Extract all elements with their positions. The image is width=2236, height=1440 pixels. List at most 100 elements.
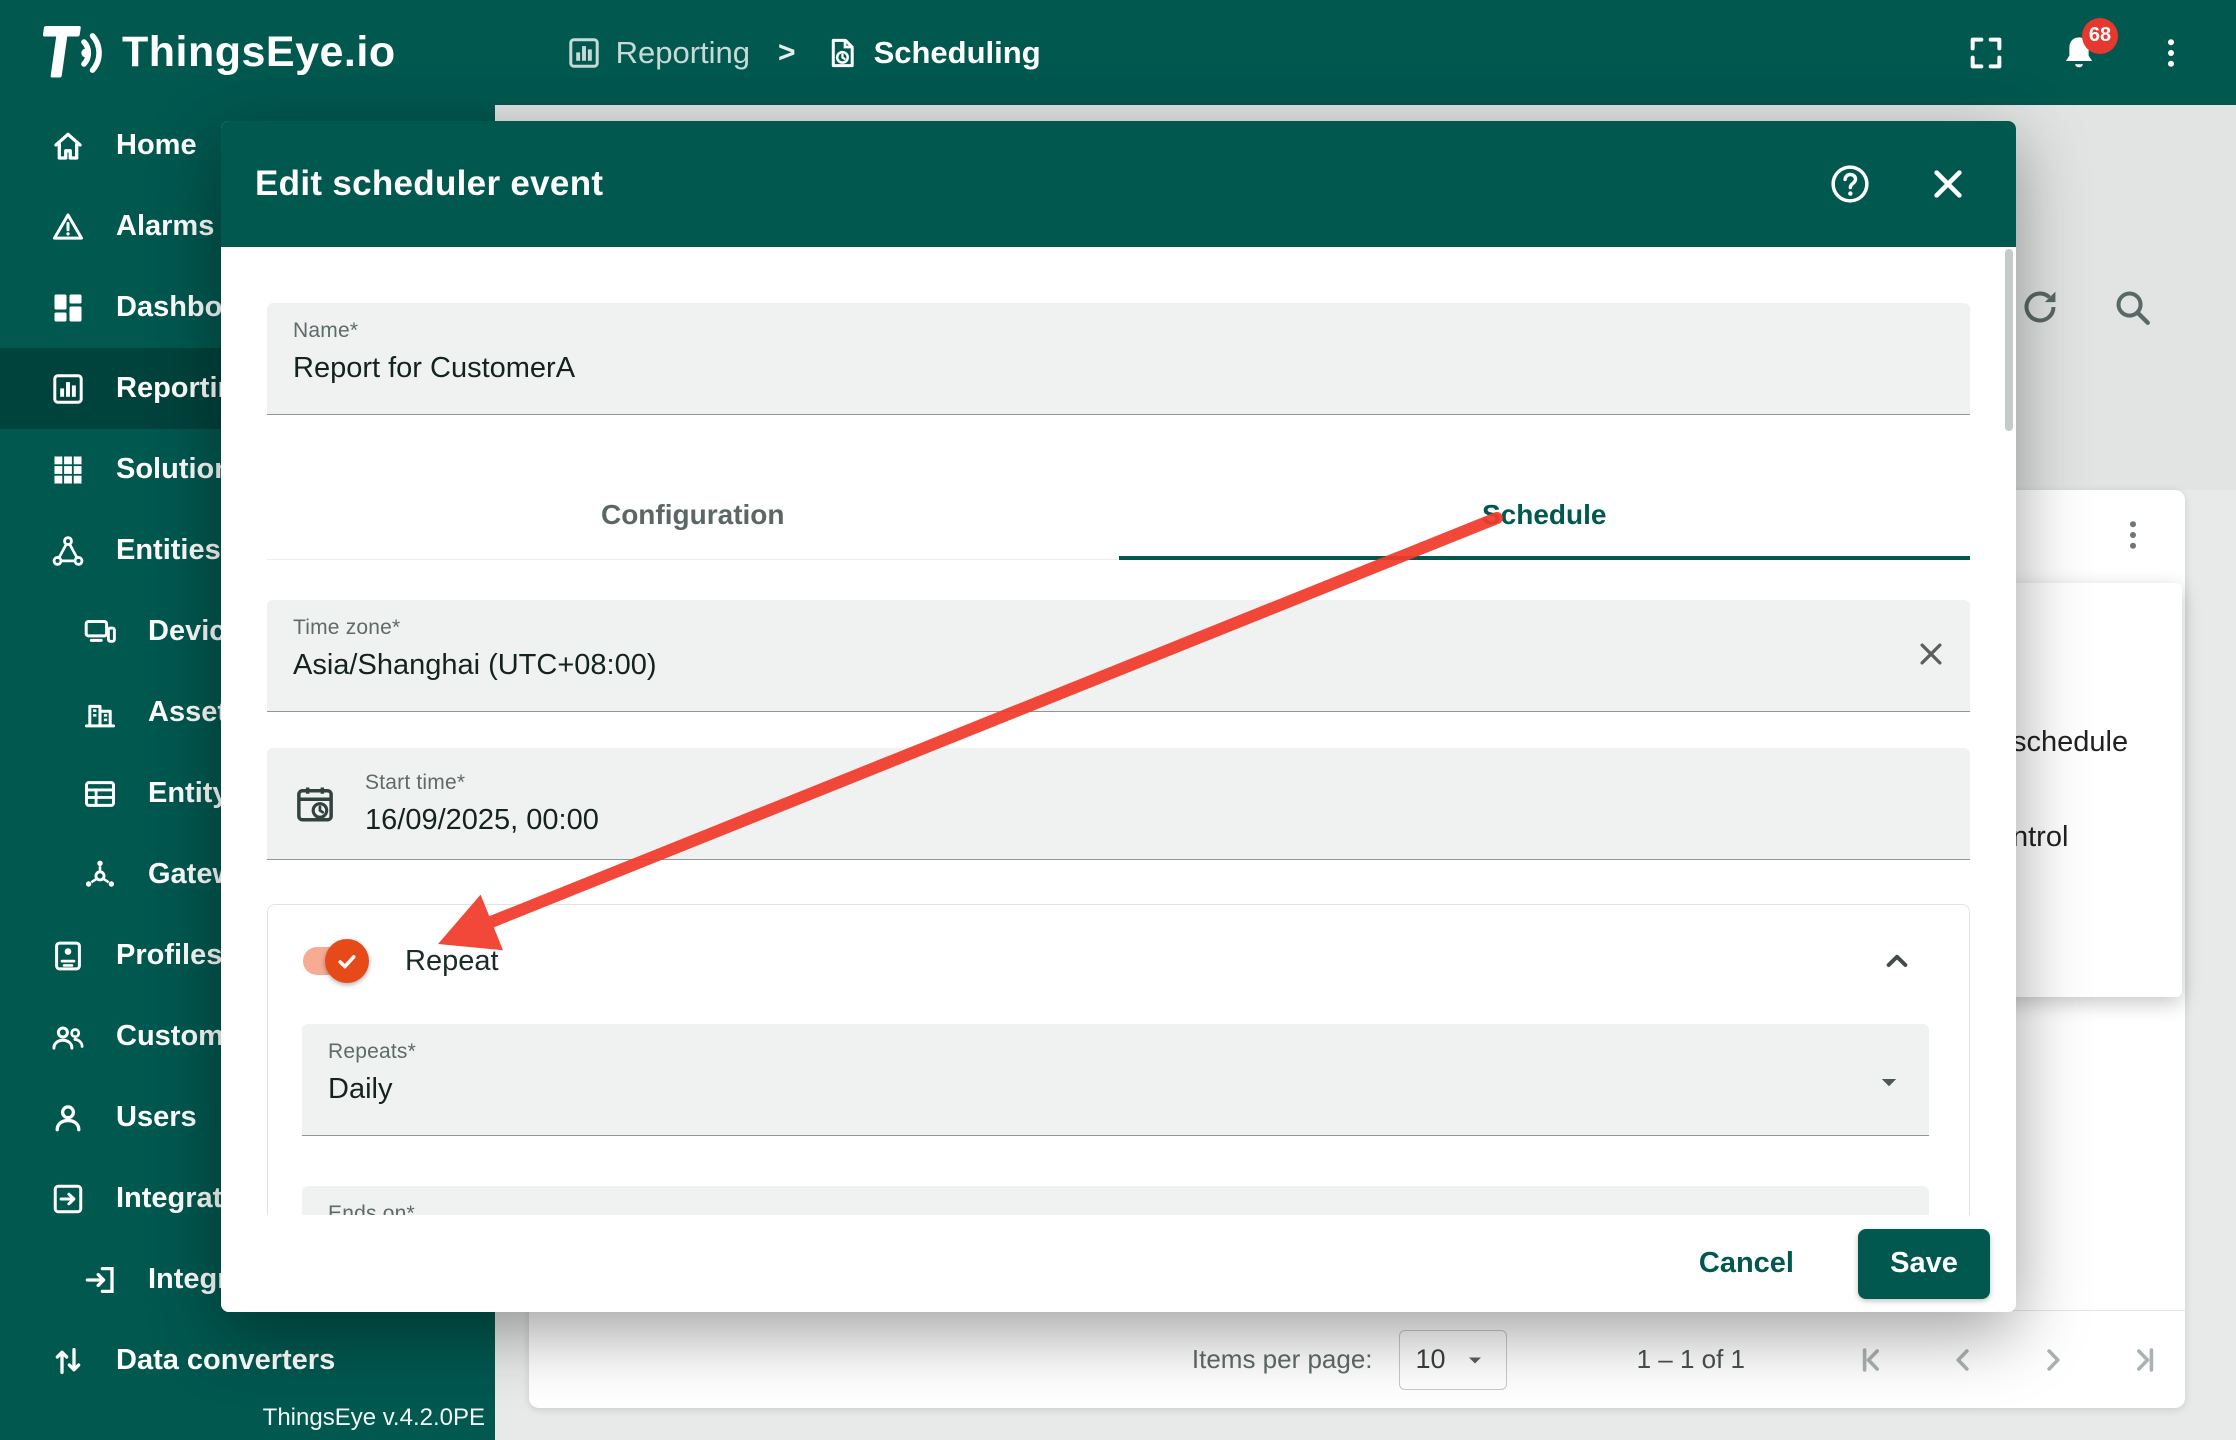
breadcrumb: Reporting > Scheduling (566, 35, 1041, 71)
refresh-button[interactable] (2019, 285, 2063, 329)
top-bar: ThingsEye.io Reporting > Scheduling 68 (0, 0, 2236, 105)
repeats-field-label: Repeats* (328, 1040, 1903, 1064)
sidebar-item-label: Home (116, 129, 197, 162)
timezone-clear-button[interactable] (1912, 634, 1952, 674)
dialog-scrollbar[interactable] (2005, 249, 2013, 431)
kebab-icon (2114, 516, 2152, 554)
fullscreen-icon (1966, 33, 2006, 73)
name-field-label: Name* (293, 319, 1944, 343)
cancel-button[interactable]: Cancel (1681, 1237, 1812, 1290)
tab-label: Configuration (601, 499, 785, 531)
pagination-range: 1 – 1 of 1 (1637, 1344, 1745, 1375)
notification-badge: 68 (2082, 18, 2118, 54)
help-button[interactable] (1828, 161, 1874, 207)
repeats-field[interactable]: Repeats* Daily (302, 1024, 1929, 1136)
grid-icon (50, 452, 86, 488)
first-page-button[interactable] (1855, 1342, 1891, 1378)
row-actions-button[interactable] (2114, 515, 2154, 555)
help-icon (1828, 162, 1872, 206)
repeat-label: Repeat (405, 945, 499, 978)
dialog-tabs: Configuration Schedule (267, 470, 1970, 560)
breadcrumb-scheduling[interactable]: Scheduling (824, 35, 1041, 71)
kebab-icon (2152, 34, 2190, 72)
scheduling-icon (824, 35, 860, 71)
chart-icon (50, 371, 86, 407)
timezone-field-label: Time zone* (293, 616, 1944, 640)
last-page-button[interactable] (2125, 1342, 2161, 1378)
customers-icon (50, 1019, 86, 1055)
gateways-icon (82, 857, 118, 893)
breadcrumb-reporting[interactable]: Reporting (566, 35, 750, 71)
repeat-header[interactable]: Repeat (268, 905, 1969, 1017)
name-field-value: Report for CustomerA (293, 352, 1944, 385)
integr-center-icon (82, 1262, 118, 1298)
version-label: ThingsEye v.4.2.0PE (263, 1404, 485, 1432)
start-time-label: Start time* (365, 771, 599, 795)
close-icon (1926, 162, 1970, 206)
next-page-button[interactable] (2035, 1342, 2071, 1378)
repeats-field-value: Daily (328, 1073, 1903, 1106)
logo[interactable]: ThingsEye.io (30, 22, 396, 84)
check-icon (333, 947, 361, 975)
repeat-toggle[interactable] (301, 939, 369, 983)
calendar-clock-icon (293, 782, 337, 826)
tab-configuration[interactable]: Configuration (267, 470, 1119, 559)
save-button[interactable]: Save (1858, 1229, 1990, 1299)
items-per-page-label: Items per page: (1192, 1344, 1373, 1375)
tab-label: Schedule (1482, 499, 1606, 531)
breadcrumb-separator: > (778, 36, 796, 70)
dialog-body: Name* Report for CustomerA Configuration… (221, 247, 2016, 1215)
last-page-icon (2125, 1342, 2161, 1378)
search-icon (2111, 286, 2153, 328)
search-button[interactable] (2111, 285, 2155, 329)
pagination-nav (1855, 1342, 2161, 1378)
timezone-field[interactable]: Time zone* Asia/Shanghai (UTC+08:00) (267, 600, 1970, 712)
page-size-select[interactable]: 10 (1399, 1330, 1507, 1390)
dialog-title: Edit scheduler event (255, 164, 603, 204)
integrations-icon (50, 1181, 86, 1217)
breadcrumb-scheduling-label: Scheduling (874, 35, 1041, 71)
chevron-up-icon[interactable] (1877, 941, 1917, 981)
app-root: Items per page: 10 1 – 1 of 1 schedulent… (0, 0, 2236, 1440)
logo-text: ThingsEye.io (122, 28, 396, 77)
breadcrumb-reporting-label: Reporting (616, 35, 750, 71)
users-icon (50, 1100, 86, 1136)
devices-icon (82, 614, 118, 650)
topbar-menu-button[interactable] (2152, 34, 2190, 72)
dialog-header: Edit scheduler event (221, 121, 2016, 247)
caret-down-icon (1460, 1345, 1490, 1375)
start-time-field[interactable]: Start time* 16/09/2025, 00:00 (267, 748, 1970, 860)
clear-icon (1912, 635, 1950, 673)
close-button[interactable] (1926, 161, 1972, 207)
previous-page-button[interactable] (1945, 1342, 1981, 1378)
assets-icon (82, 695, 118, 731)
refresh-icon (2019, 286, 2061, 328)
notifications-button[interactable]: 68 (2058, 32, 2100, 74)
ends-on-field-label: Ends on* (328, 1202, 1903, 1215)
topbar-actions: 68 (1966, 32, 2190, 74)
name-field[interactable]: Name* Report for CustomerA (267, 303, 1970, 415)
sidebar-item-data-converters[interactable]: Data converters (0, 1320, 495, 1401)
profiles-icon (50, 938, 86, 974)
sidebar-item-label: Entities (116, 534, 221, 567)
fullscreen-button[interactable] (1966, 33, 2006, 73)
dialog-footer: Cancel Save (221, 1215, 2016, 1312)
caret-down-icon (1871, 1064, 1907, 1100)
sidebar-item-label: Alarms (116, 210, 214, 243)
timezone-field-value: Asia/Shanghai (UTC+08:00) (293, 649, 1944, 682)
previous-page-icon (1945, 1342, 1981, 1378)
dashboard-icon (50, 290, 86, 326)
sidebar-item-label: Data converters (116, 1344, 335, 1377)
logo-icon (30, 22, 106, 84)
converters-icon (50, 1343, 86, 1379)
sidebar-item-label: Profiles (116, 939, 222, 972)
home-icon (50, 128, 86, 164)
start-time-value: 16/09/2025, 00:00 (365, 804, 599, 837)
tab-schedule[interactable]: Schedule (1119, 470, 1971, 559)
reporting-icon (566, 35, 602, 71)
edit-scheduler-event-dialog: Edit scheduler event Name* Report for Cu… (221, 121, 2016, 1312)
repeat-section: Repeat Repeats* Daily Ends on* (267, 904, 1970, 1215)
sidebar-item-label: Users (116, 1101, 197, 1134)
ends-on-field[interactable]: Ends on* (302, 1186, 1929, 1215)
alarm-icon (50, 209, 86, 245)
